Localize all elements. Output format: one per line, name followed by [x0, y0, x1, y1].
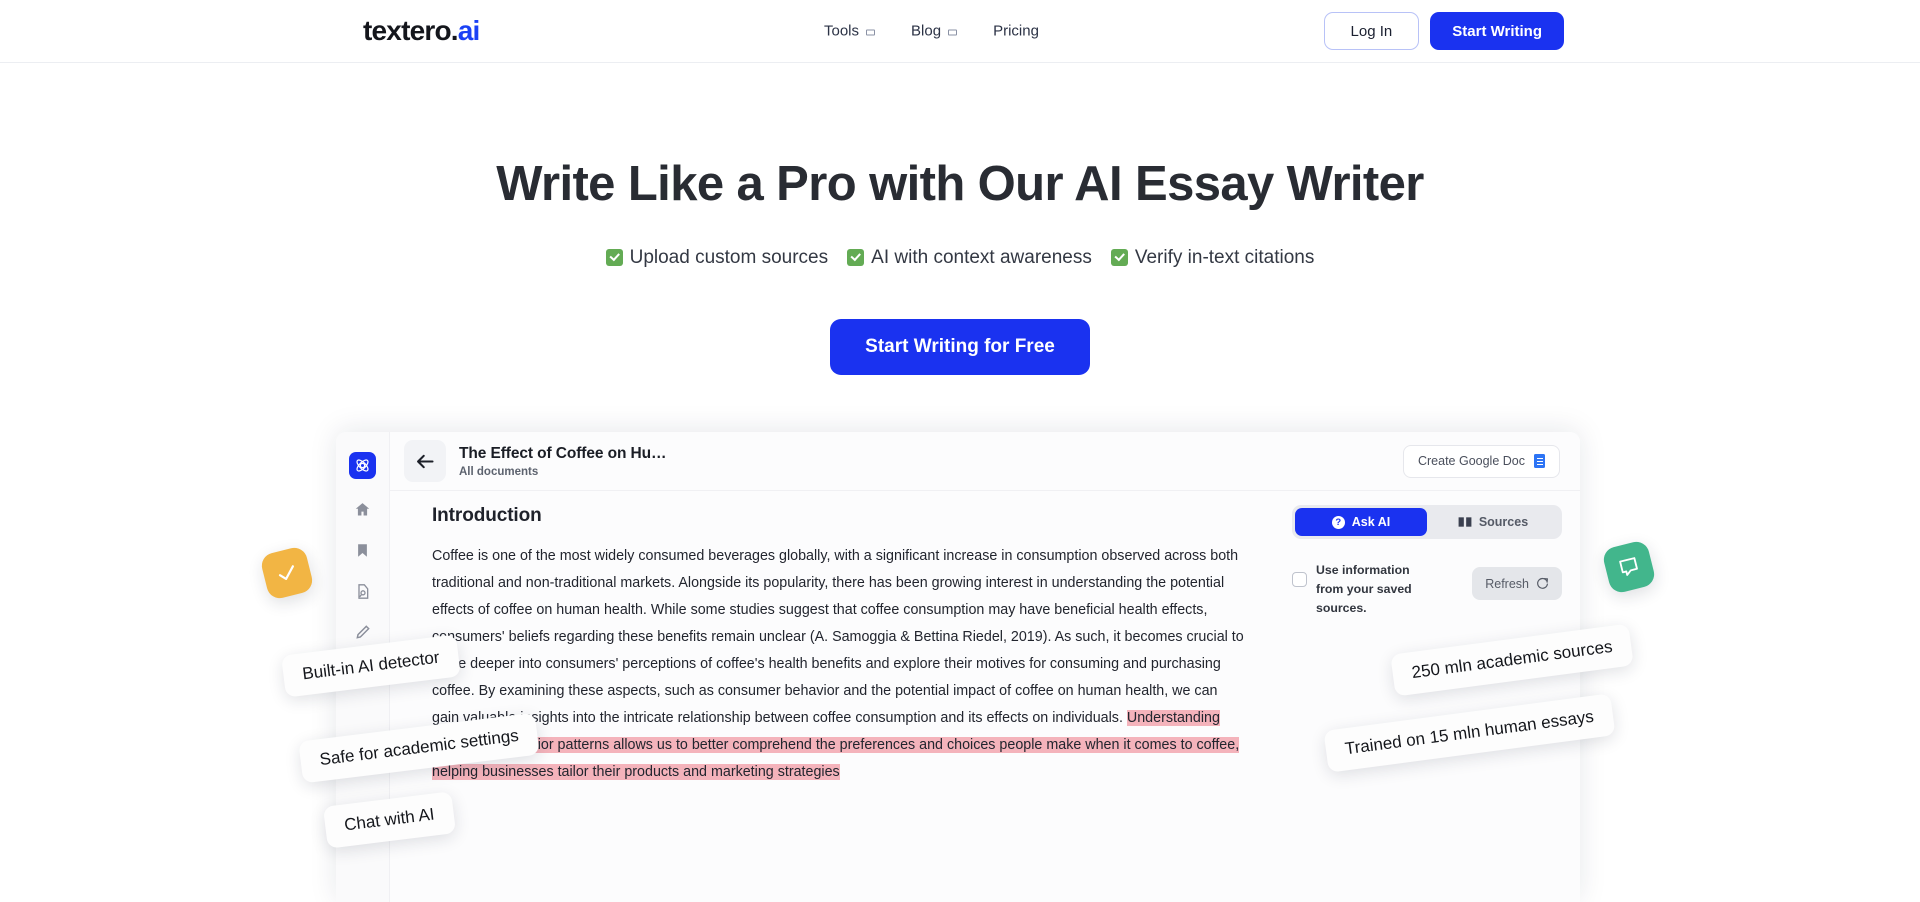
refresh-button[interactable]: Refresh	[1472, 567, 1562, 600]
document-search-icon	[357, 583, 368, 599]
chevron-down-icon	[866, 29, 876, 35]
brand-name-accent: ai	[457, 15, 481, 46]
refresh-icon	[1537, 577, 1549, 589]
use-saved-sources-row: Use information from your saved sources.…	[1292, 561, 1562, 618]
document-title: The Effect of Coffee on Hu…	[459, 444, 667, 462]
check-icon	[278, 565, 294, 580]
log-in-button[interactable]: Log In	[1323, 12, 1420, 50]
document-meta: The Effect of Coffee on Hu… All document…	[459, 444, 667, 478]
check-mark-button-emoji	[1110, 249, 1128, 267]
app-preview-area: Built-in AI detector Safe for academic s…	[0, 432, 1920, 902]
document-toolbar: The Effect of Coffee on Hu… All document…	[390, 432, 1580, 491]
tab-ask-ai[interactable]: ? Ask AI	[1295, 508, 1427, 536]
document-editor[interactable]: Introduction Coffee is one of the most w…	[390, 491, 1282, 902]
pencil-icon	[355, 625, 370, 639]
home-icon	[355, 502, 370, 516]
hero-feature-1-label: Upload custom sources	[629, 246, 829, 268]
sidebar-logo[interactable]	[349, 452, 376, 479]
nav-item-blog[interactable]: Blog	[911, 22, 958, 40]
tab-sources[interactable]: Sources	[1427, 508, 1559, 536]
chevron-down-icon	[948, 29, 958, 35]
nav-item-pricing[interactable]: Pricing	[993, 23, 1039, 40]
start-writing-button[interactable]: Start Writing	[1430, 12, 1564, 50]
chat-bubble-icon	[1619, 557, 1638, 576]
sidebar-item-write[interactable]	[352, 621, 374, 643]
ai-assistant-panel: ? Ask AI Sources Use information from yo…	[1282, 491, 1580, 902]
hero-feature-2: AI with context awareness	[847, 247, 1092, 269]
google-doc-icon	[1534, 454, 1545, 468]
nav-item-tools[interactable]: Tools	[824, 22, 876, 40]
start-writing-for-free-button[interactable]: Start Writing for Free	[830, 318, 1090, 375]
check-mark-button-emoji	[847, 249, 865, 267]
brand-name-dot: .	[450, 15, 459, 46]
use-saved-sources-checkbox[interactable]	[1292, 572, 1307, 587]
hero-section: Write Like a Pro with Our AI Essay Write…	[0, 63, 1920, 375]
document-workspace: Introduction Coffee is one of the most w…	[390, 491, 1580, 902]
chat-badge	[1601, 539, 1657, 595]
hero-feature-2-label: AI with context awareness	[871, 246, 1092, 268]
breadcrumb[interactable]: All documents	[459, 466, 666, 478]
tab-ask-ai-label: Ask AI	[1351, 515, 1391, 529]
book-icon	[1458, 517, 1472, 527]
hero-feature-3: Verify in-text citations	[1110, 246, 1315, 269]
sidebar-item-sources[interactable]	[352, 580, 374, 602]
nav-item-blog-label: Blog	[911, 22, 942, 40]
use-saved-sources-label: Use information from your saved sources.	[1316, 563, 1412, 615]
navbar-actions: Log In Start Writing	[1323, 12, 1564, 50]
check-mark-button-emoji	[605, 249, 623, 267]
refresh-label: Refresh	[1485, 576, 1529, 591]
document-paragraph: Coffee is one of the most widely consume…	[432, 543, 1246, 786]
nav-item-tools-label: Tools	[824, 22, 860, 40]
ai-panel-tabs: ? Ask AI Sources	[1292, 505, 1562, 539]
arrow-left-icon	[416, 454, 434, 468]
hero-feature-3-label: Verify in-text citations	[1134, 246, 1315, 268]
top-navbar: textero.ai Tools Blog Pricing Log In Sta…	[0, 0, 1920, 63]
document-section-heading: Introduction	[432, 505, 542, 526]
hero-feature-1: Upload custom sources	[605, 246, 829, 269]
primary-navigation: Tools Blog Pricing	[824, 23, 1039, 40]
bookmark-icon	[358, 543, 367, 557]
brand-logo[interactable]: textero.ai	[363, 15, 480, 47]
create-google-doc-button[interactable]: Create Google Doc	[1402, 444, 1560, 478]
document-text-plain: Coffee is one of the most widely consume…	[432, 548, 1244, 726]
brand-name-main: textero	[363, 15, 452, 46]
atom-logo-icon	[356, 459, 369, 472]
tab-sources-label: Sources	[1478, 515, 1529, 529]
sidebar-item-home[interactable]	[352, 498, 374, 520]
hero-feature-list: Upload custom sources AI with context aw…	[0, 247, 1920, 269]
check-badge	[259, 545, 315, 601]
nav-item-pricing-label: Pricing	[993, 22, 1039, 40]
create-google-doc-label: Create Google Doc	[1417, 454, 1525, 468]
page-title: Write Like a Pro with Our AI Essay Write…	[496, 157, 1424, 211]
sidebar-item-saved[interactable]	[352, 539, 374, 561]
back-button[interactable]	[404, 440, 446, 482]
question-mark-icon: ?	[1331, 515, 1345, 529]
